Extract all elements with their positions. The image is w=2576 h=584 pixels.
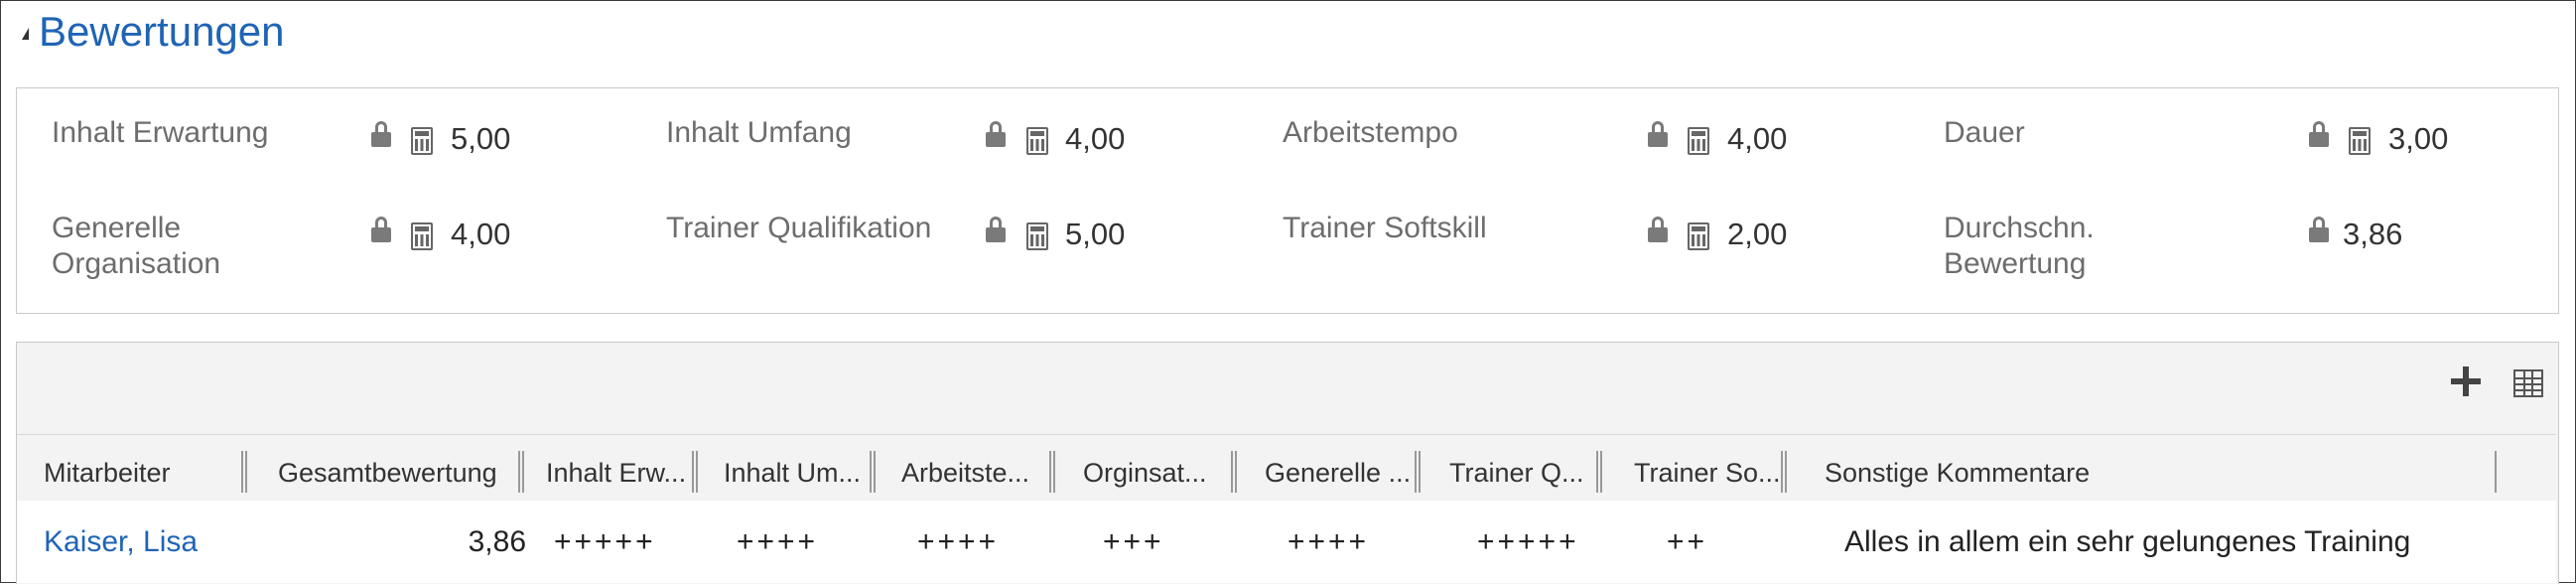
lock-icon bbox=[1648, 217, 1668, 242]
calculator-icon bbox=[1688, 222, 1709, 250]
field-value-durchschn-bewertung[interactable]: 3,86 bbox=[2343, 217, 2402, 252]
field-value-inhalt-umfang[interactable]: 4,00 bbox=[1065, 121, 1125, 157]
field-label: Inhalt Umfang bbox=[666, 116, 852, 149]
column-header-sonstige-kommentare[interactable]: Sonstige Kommentare bbox=[1825, 453, 2341, 493]
grid-view-button[interactable] bbox=[2513, 369, 2543, 397]
column-resizer[interactable] bbox=[870, 451, 876, 493]
column-resizer[interactable] bbox=[1596, 451, 1602, 493]
column-header-trainer-qualifikation[interactable]: Trainer Q... bbox=[1449, 453, 1596, 493]
row-cell-trainer-softskill: ++ bbox=[1667, 525, 1708, 558]
lock-icon bbox=[371, 121, 391, 147]
field-label-line-2: Bewertung bbox=[1944, 247, 2087, 280]
field-trainer-softskill: Trainer Softskill bbox=[1283, 211, 1878, 280]
field-inhalt-umfang: Inhalt Umfang bbox=[666, 115, 1262, 185]
field-label: Arbeitstempo bbox=[1283, 116, 1458, 149]
add-record-button[interactable] bbox=[2448, 364, 2484, 399]
field-durchschn-bewertung: Durchschn. Bewertung bbox=[1944, 211, 2539, 290]
column-resizer[interactable] bbox=[692, 451, 698, 493]
field-label: Inhalt Erwartung bbox=[52, 116, 269, 149]
column-header-trainer-softskill[interactable]: Trainer So... bbox=[1634, 453, 1781, 493]
calculator-icon bbox=[1026, 222, 1048, 250]
column-header-generelle-organisation[interactable]: Generelle ... bbox=[1265, 453, 1412, 493]
column-header-inhalt-umfang[interactable]: Inhalt Um... bbox=[724, 453, 871, 493]
field-value-trainer-qualifikation[interactable]: 5,00 bbox=[1065, 217, 1125, 252]
field-label-line-2: Organisation bbox=[52, 247, 221, 280]
field-label-line-1: Generelle bbox=[52, 212, 182, 244]
field-value-inhalt-erwartung[interactable]: 5,00 bbox=[451, 121, 510, 157]
field-label: Dauer bbox=[1944, 116, 2025, 149]
column-header-mitarbeiter[interactable]: Mitarbeiter bbox=[44, 453, 232, 493]
calculator-icon bbox=[1688, 127, 1709, 155]
field-arbeitstempo: Arbeitstempo bbox=[1283, 115, 1878, 185]
field-inhalt-erwartung: Inhalt Erwartung bbox=[52, 115, 647, 185]
grid-divider bbox=[17, 434, 2556, 435]
column-header-arbeitstempo[interactable]: Arbeitste... bbox=[901, 453, 1048, 493]
column-resizer[interactable] bbox=[2495, 451, 2499, 493]
row-cell-inhalt-umfang: ++++ bbox=[737, 525, 819, 558]
column-header-organisation[interactable]: Orginsat... bbox=[1083, 453, 1230, 493]
field-value-generelle-organisation[interactable]: 4,00 bbox=[451, 217, 510, 252]
lock-icon bbox=[986, 121, 1006, 147]
calculator-icon bbox=[1026, 127, 1048, 155]
row-cell-organisation: +++ bbox=[1103, 525, 1164, 558]
lock-icon bbox=[371, 217, 391, 242]
row-cell-mitarbeiter-link[interactable]: Kaiser, Lisa bbox=[44, 524, 198, 560]
row-cell-generelle-organisation: ++++ bbox=[1288, 525, 1370, 558]
lock-icon bbox=[1648, 121, 1668, 147]
calculator-icon bbox=[2349, 127, 2371, 155]
row-cell-inhalt-erwartung: +++++ bbox=[554, 525, 656, 558]
column-resizer[interactable] bbox=[1781, 451, 1787, 493]
field-label: Durchschn. Bewertung bbox=[1944, 211, 2241, 282]
field-label-line-1: Durchschn. bbox=[1944, 212, 2095, 244]
row-cell-arbeitstempo: ++++ bbox=[917, 525, 1000, 558]
field-dauer: Dauer bbox=[1944, 115, 2539, 185]
column-resizer[interactable] bbox=[518, 451, 524, 493]
lock-icon bbox=[2309, 121, 2329, 147]
column-resizer[interactable] bbox=[1231, 451, 1237, 493]
field-trainer-qualifikation: Trainer Qualifikation bbox=[666, 211, 1262, 280]
row-cell-gesamtbewertung: 3,86 bbox=[468, 525, 526, 558]
row-cell-trainer-qualifikation: +++++ bbox=[1477, 525, 1579, 558]
calculator-icon bbox=[411, 222, 433, 250]
section-header-bewertungen[interactable]: Bewertungen bbox=[22, 4, 285, 60]
field-label: Trainer Qualifikation bbox=[666, 212, 932, 244]
column-header-inhalt-erwartung[interactable]: Inhalt Erw... bbox=[546, 453, 693, 493]
column-header-gesamtbewertung[interactable]: Gesamtbewertung bbox=[278, 453, 506, 493]
field-label: Generelle Organisation bbox=[52, 211, 349, 282]
field-value-trainer-softskill[interactable]: 2,00 bbox=[1727, 217, 1787, 252]
field-label: Trainer Softskill bbox=[1283, 212, 1487, 244]
section-title: Bewertungen bbox=[39, 8, 285, 55]
row-cell-sonstige-kommentare: Alles in allem ein sehr gelungenes Train… bbox=[1844, 525, 2411, 558]
lock-icon bbox=[2309, 217, 2329, 242]
field-generelle-organisation: Generelle Organisation bbox=[52, 211, 647, 290]
lock-icon bbox=[986, 217, 1006, 242]
column-resizer[interactable] bbox=[1415, 451, 1421, 493]
collapse-triangle-icon[interactable] bbox=[22, 28, 29, 40]
column-resizer[interactable] bbox=[1049, 451, 1055, 493]
field-value-dauer[interactable]: 3,00 bbox=[2388, 121, 2448, 157]
field-value-arbeitstempo[interactable]: 4,00 bbox=[1727, 121, 1787, 157]
column-resizer[interactable] bbox=[241, 451, 247, 493]
calculator-icon bbox=[411, 127, 433, 155]
